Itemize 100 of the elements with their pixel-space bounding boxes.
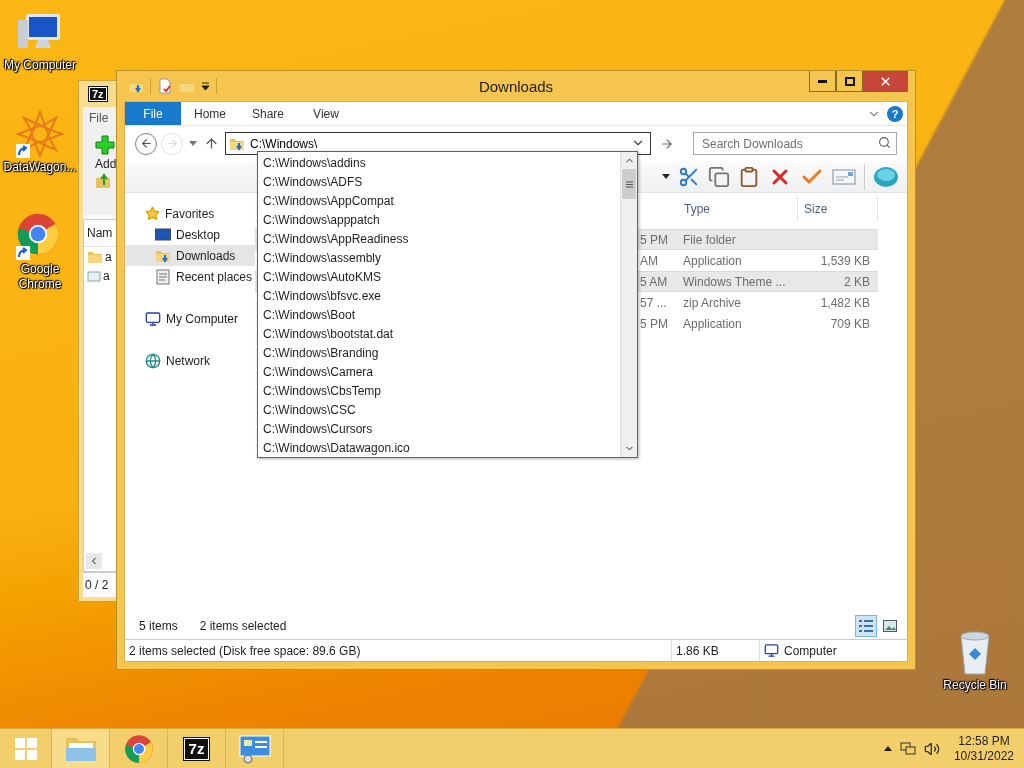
type-cell-text: Application [682, 316, 743, 331]
paste-icon[interactable] [738, 165, 760, 188]
date-cell-text: AM [640, 253, 659, 268]
shell-icon[interactable] [873, 164, 899, 189]
arrow-right-icon [165, 137, 179, 150]
volume-icon[interactable] [923, 740, 940, 757]
nav-item[interactable]: Recent places [125, 266, 255, 287]
autocomplete-item[interactable]: C:\Windows\Camera [263, 362, 620, 381]
nav-item[interactable]: Network [125, 350, 255, 371]
desktop-icon [155, 227, 171, 242]
desktop-icon[interactable] [16, 110, 64, 158]
search-icon[interactable] [878, 136, 891, 149]
folder-up-icon[interactable] [95, 173, 111, 189]
view-button[interactable] [855, 615, 877, 637]
desktop-icon-label: My Computer [4, 58, 76, 73]
date-cell-text: 5 PM [640, 316, 669, 331]
caret-icon[interactable] [201, 81, 210, 91]
type-cell-text: File folder [682, 232, 737, 247]
details-view-icon [859, 619, 873, 633]
archiver-logo: 7z [183, 737, 210, 760]
autocomplete-item[interactable]: C:\Windows\assembly [263, 248, 620, 267]
copy-icon[interactable] [708, 165, 730, 188]
taskbar-button[interactable]: 7z [168, 729, 226, 768]
star-flower-icon [16, 110, 64, 158]
window-title: Downloads [478, 77, 554, 95]
control-panel-icon [237, 733, 272, 764]
scroll-left-button[interactable] [86, 553, 102, 569]
ribbon-tab[interactable]: View [297, 102, 355, 125]
scrollbar[interactable] [620, 152, 637, 457]
chrome-icon [16, 212, 60, 256]
desktop-icon-label: DataWagon... [3, 160, 77, 175]
type-cell-text: Application [682, 253, 743, 268]
plus-icon[interactable] [95, 135, 115, 155]
network-icon [145, 352, 161, 369]
file-name[interactable]: a [103, 269, 110, 283]
nav-item[interactable]: Desktop [125, 224, 255, 245]
status-text: 2 items selected (Disk free space: 89.6 GB) [129, 643, 361, 658]
autocomplete-item[interactable]: C:\Windows\Datawagon.ico [263, 438, 620, 457]
star-icon [145, 206, 160, 221]
type-cell-text: zip Archive [682, 295, 743, 310]
autocomplete-item[interactable]: C:\Windows\ADFS [263, 172, 620, 191]
card-icon[interactable] [832, 167, 856, 186]
autocomplete-item[interactable]: C:\Windows\CSC [263, 400, 620, 419]
minimize-icon [818, 79, 827, 83]
clock[interactable]: 12:58 PM 10/31/2022 [947, 733, 1014, 764]
size-cell-text: 1,482 KB [819, 295, 871, 310]
maximize-icon [844, 76, 855, 86]
new-folder-icon [179, 78, 195, 94]
ribbon-tab[interactable]: File [125, 102, 181, 125]
minimize-button[interactable] [809, 71, 836, 92]
shortcut-arrow-icon [16, 246, 30, 260]
cut-icon[interactable] [678, 165, 700, 188]
autocomplete-item[interactable]: C:\Windows\apppatch [263, 210, 620, 229]
downloads-folder-icon [128, 78, 144, 94]
arrow-left-icon [139, 137, 153, 150]
recent-places-icon [155, 268, 171, 285]
close-icon [879, 74, 892, 88]
scroll-thumb[interactable] [622, 169, 636, 199]
show-hidden-icon[interactable] [883, 746, 892, 751]
archiver-logo: 7z [89, 87, 107, 101]
file-icon [87, 269, 101, 283]
ribbon-tab[interactable]: Share [239, 102, 297, 125]
properties-icon[interactable] [157, 78, 173, 94]
size-cell-text: 709 KB [829, 316, 871, 331]
desktop-icon-label: Google Chrome [17, 262, 63, 292]
menu-item[interactable]: File [83, 107, 117, 129]
autocomplete-item[interactable]: C:\Windows\AppCompat [263, 191, 620, 210]
search-field[interactable]: Search Downloads [693, 132, 897, 155]
back-button[interactable] [135, 132, 157, 155]
grip-icon [625, 180, 633, 188]
caret-icon[interactable] [662, 174, 670, 179]
autocomplete-item[interactable]: C:\Windows\Branding [263, 343, 620, 362]
selected-count: 2 items selected [199, 619, 287, 633]
autocomplete-item[interactable]: C:\Windows\bootstat.dat [263, 324, 620, 343]
nav-item[interactable]: Downloads [125, 245, 255, 266]
autocomplete-item[interactable]: C:\Windows\Cursors [263, 419, 620, 438]
date-cell-text: 5 AM [640, 274, 669, 289]
autocomplete-item[interactable]: C:\Windows\Boot [263, 305, 620, 324]
autocomplete-item[interactable]: C:\Windows\AppReadiness [263, 229, 620, 248]
add-label[interactable]: Add [95, 157, 117, 171]
help-button[interactable]: ? [887, 105, 903, 122]
desktop-icon-label: Recycle Bin [943, 678, 1007, 693]
folder-icon [87, 249, 103, 265]
item-count: 5 items [139, 619, 178, 633]
network-icon[interactable] [899, 740, 916, 757]
nav-item[interactable]: Favorites [125, 203, 255, 224]
computer-icon [764, 643, 779, 658]
shortcut-arrow-icon [16, 144, 30, 158]
autocomplete-item[interactable]: C:\Windows\AutoKMS [263, 267, 620, 286]
autocomplete-item[interactable]: C:\Windows\bfsvc.exe [263, 286, 620, 305]
autocomplete-item[interactable]: C:\Windows\addins [263, 153, 620, 172]
date-cell-text: 5 PM [640, 232, 669, 247]
file-name[interactable]: a [105, 250, 112, 264]
ribbon-tab[interactable]: Home [181, 102, 239, 125]
nav-item[interactable]: My Computer [125, 308, 255, 329]
downloads-folder-icon [229, 136, 245, 152]
computer-icon [145, 310, 161, 327]
autocomplete-item[interactable]: C:\Windows\CbsTemp [263, 381, 620, 400]
arrow-right-icon [660, 136, 674, 151]
status-size: 1.86 KB [676, 643, 719, 658]
